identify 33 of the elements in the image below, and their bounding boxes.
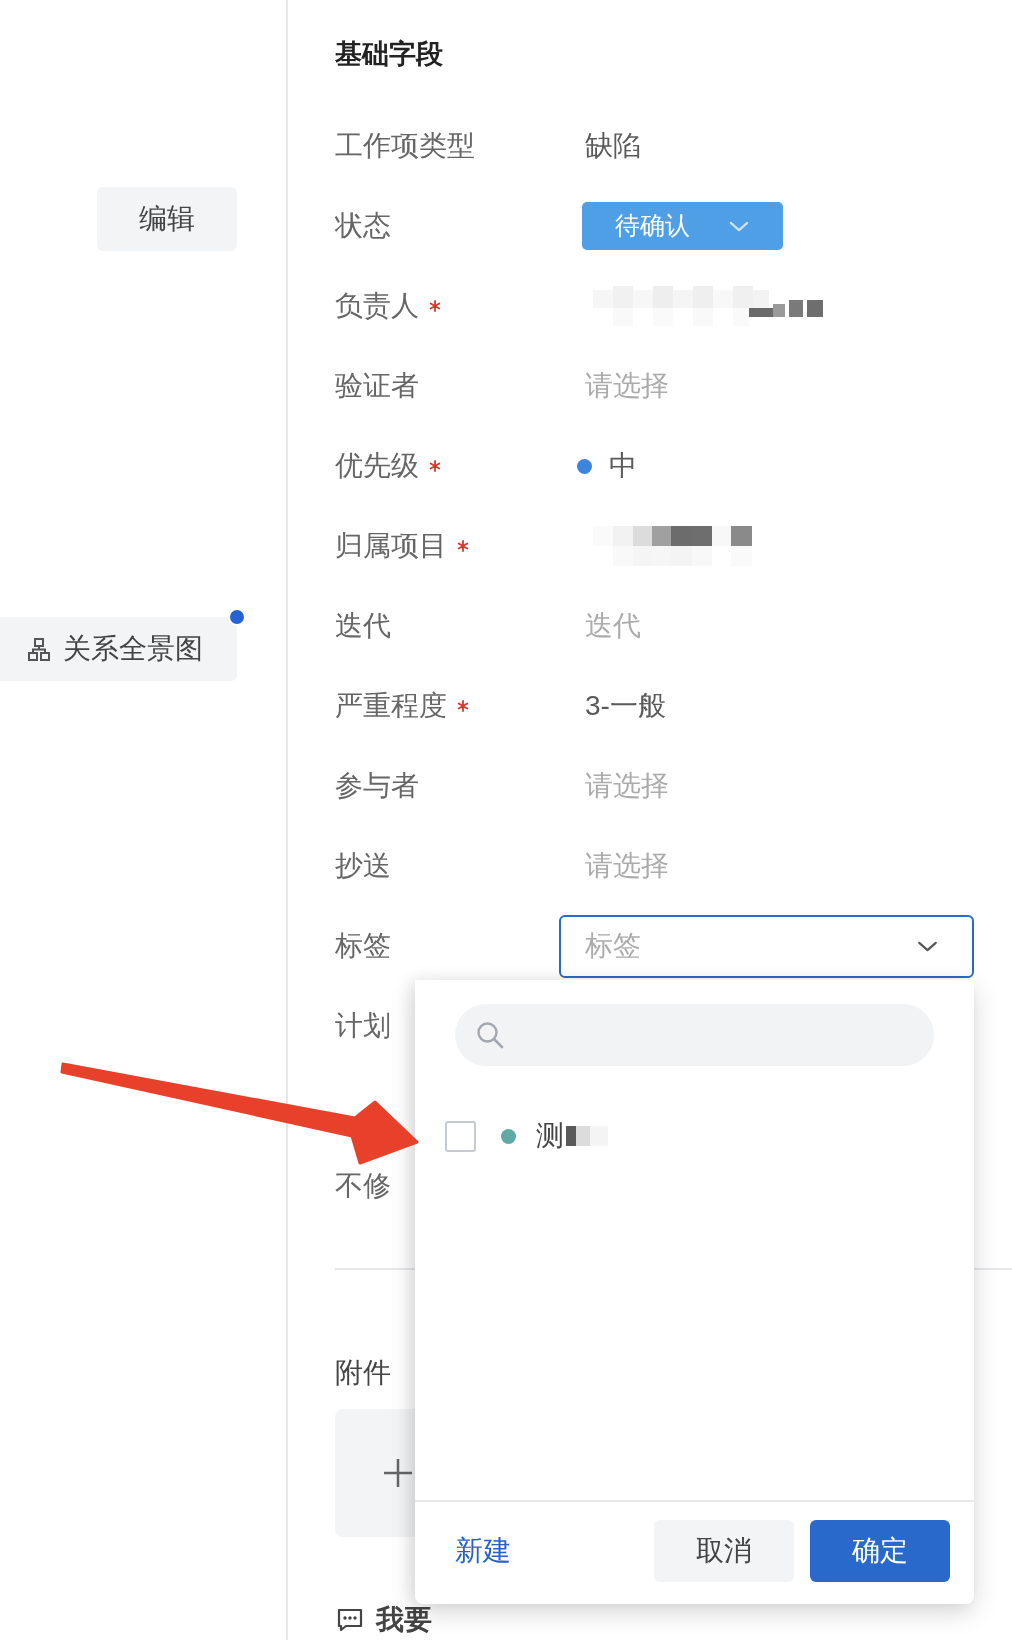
feedback-link[interactable]: 我要 xyxy=(376,1604,432,1636)
field-label: 不修 xyxy=(335,1169,391,1203)
search-icon xyxy=(476,1021,504,1049)
hierarchy-icon xyxy=(28,637,50,661)
primary-button[interactable]: 确定 xyxy=(810,1520,950,1582)
section-title: 基础字段 xyxy=(335,38,443,71)
field-label: 迭代 xyxy=(335,609,391,643)
field-label: 验证者 xyxy=(335,369,419,403)
chevron-down-icon xyxy=(917,940,938,952)
sidebar-button[interactable]: 关系全景图 xyxy=(0,617,237,681)
field-label: 抄送 xyxy=(335,849,391,883)
field-label: 严重程度 xyxy=(335,689,447,723)
field-label: 优先级 xyxy=(335,449,419,483)
field-label: 工作项类型 xyxy=(335,129,475,163)
field-label: 标签 xyxy=(335,929,391,963)
field-value: 缺陷 xyxy=(585,129,641,163)
field-label: 参与者 xyxy=(335,769,419,803)
plus-icon xyxy=(383,1458,413,1488)
comment-icon xyxy=(337,1608,363,1632)
priority-value: 中 xyxy=(609,449,637,483)
attachments-label: 附件 xyxy=(335,1356,391,1390)
field-label: 状态 xyxy=(335,209,391,243)
sidebar-button[interactable]: 编辑 xyxy=(97,187,237,251)
field-label: 负责人 xyxy=(335,289,419,323)
field-label: 归属项目 xyxy=(335,529,447,563)
checkbox[interactable] xyxy=(445,1120,476,1152)
field-value: 3-一般 xyxy=(585,689,666,723)
chevron-down-icon xyxy=(729,220,749,232)
secondary-button[interactable]: 取消 xyxy=(654,1520,794,1582)
tag-option-label[interactable]: 测 xyxy=(536,1118,564,1154)
field-label: 计划 xyxy=(335,1009,391,1043)
status-dropdown[interactable]: 待确认 xyxy=(582,202,783,250)
create-link[interactable]: 新建 xyxy=(455,1530,511,1572)
